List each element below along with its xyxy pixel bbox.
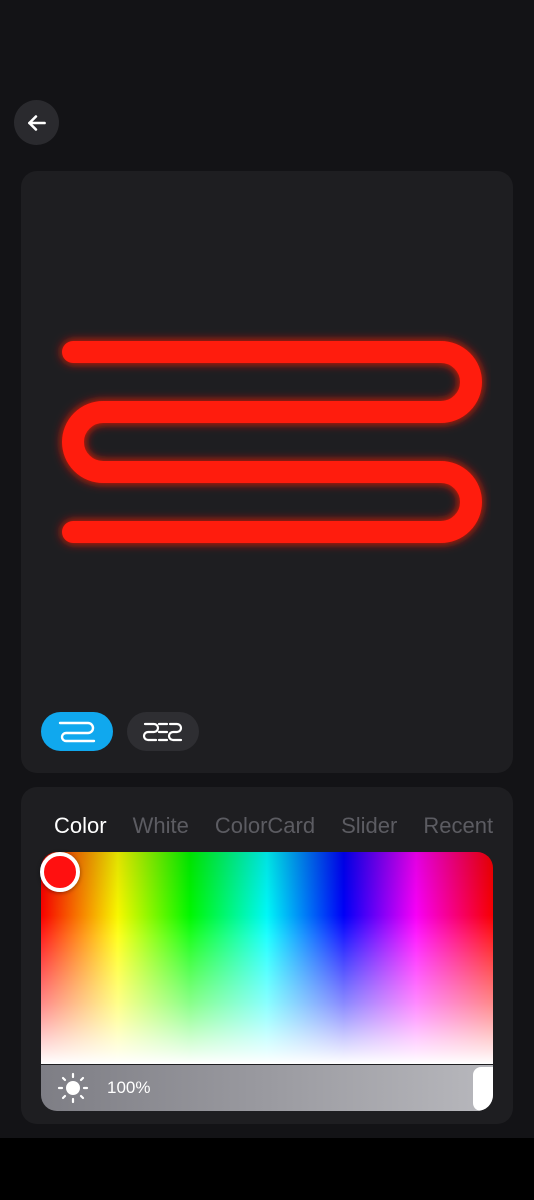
neon-preview-card xyxy=(21,171,513,773)
tab-color[interactable]: Color xyxy=(54,811,107,841)
tab-bar: Color White ColorCard Slider Recent xyxy=(21,811,493,845)
single-loop-icon xyxy=(58,721,96,742)
brightness-sun-icon xyxy=(57,1072,89,1104)
tab-slider[interactable]: Slider xyxy=(341,811,397,841)
arrow-left-icon xyxy=(27,114,46,131)
double-loop-icon xyxy=(142,722,183,741)
color-picker-handle[interactable] xyxy=(40,852,80,892)
color-spectrum-picker[interactable] xyxy=(41,852,493,1064)
double-loop-mode-button[interactable] xyxy=(127,712,199,751)
tab-white[interactable]: White xyxy=(133,811,189,841)
app-screen: Color White ColorCard Slider Recent 100% xyxy=(0,0,534,1200)
brightness-thumb[interactable] xyxy=(473,1067,493,1111)
spectrum-shade xyxy=(41,852,493,1064)
brightness-slider[interactable]: 100% xyxy=(41,1065,493,1111)
back-button[interactable] xyxy=(14,100,59,145)
single-loop-mode-button[interactable] xyxy=(41,712,113,751)
mode-buttons xyxy=(41,712,199,751)
tab-colorcard[interactable]: ColorCard xyxy=(215,811,315,841)
neon-light-preview xyxy=(62,341,482,543)
system-navigation-bar xyxy=(0,1138,534,1200)
brightness-value: 100% xyxy=(107,1078,151,1097)
tab-recent[interactable]: Recent xyxy=(423,811,493,841)
color-panel-card: Color White ColorCard Slider Recent 100% xyxy=(21,787,513,1124)
